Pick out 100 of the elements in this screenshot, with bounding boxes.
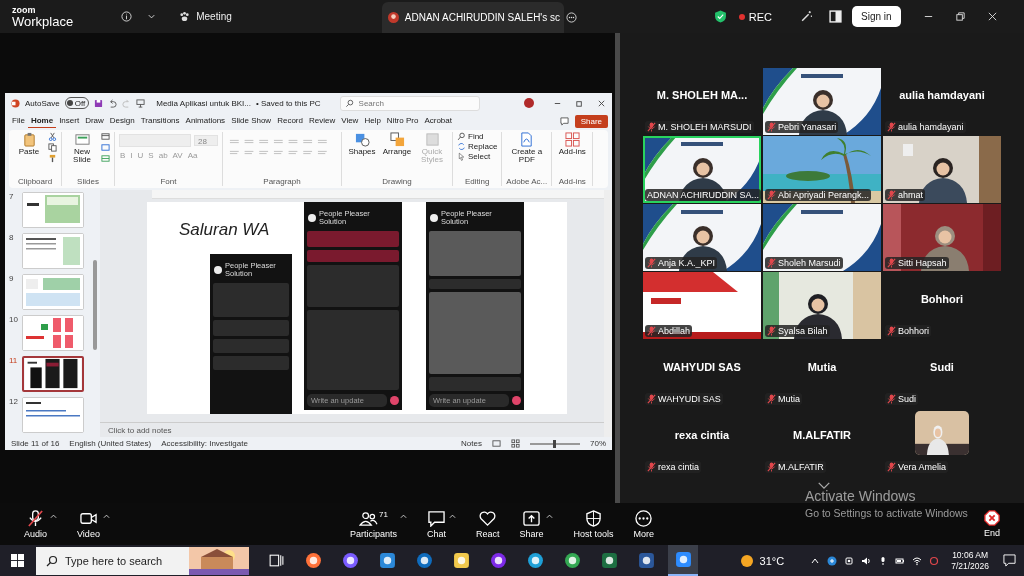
video-tile[interactable]: M.ALFATIR M.ALFATIR: [763, 408, 881, 475]
video-tile[interactable]: Bohhori Bohhori: [883, 272, 1001, 339]
video-tile[interactable]: M. SHOLEH MA... M. SHOLEH MARSUDI: [643, 68, 761, 135]
ribbon-tab[interactable]: Home: [27, 114, 57, 128]
participant-name: Bohhori: [920, 292, 964, 305]
ribbon-button[interactable]: Find: [457, 132, 498, 141]
save-status[interactable]: • Saved to this PC: [255, 98, 321, 108]
ribbon-tab[interactable]: File: [9, 114, 28, 128]
participant-name: M. SHOLEH MARSUDI: [658, 122, 752, 132]
ribbon-tab[interactable]: View: [338, 114, 362, 128]
ribbon-tab[interactable]: Draw: [82, 114, 107, 128]
group-label: Drawing: [382, 177, 412, 186]
brand-label: zoom: [12, 5, 37, 15]
participant-name: WAHYUDI SAS: [658, 394, 721, 404]
video-tile[interactable]: Sitti Hapsah: [883, 204, 1001, 271]
ribbon-button[interactable]: Arrange: [381, 132, 413, 157]
ribbon-button[interactable]: Select: [457, 152, 498, 161]
toolbar-button[interactable]: More: [633, 509, 655, 539]
accessibility-status[interactable]: Accessibility: Investigate: [161, 439, 248, 448]
video-tile[interactable]: Anja K.A._KPI: [643, 204, 761, 271]
toolbar-button[interactable]: Chat: [426, 509, 446, 539]
participant-name: aulia hamdayani: [899, 88, 985, 101]
meeting-button[interactable]: Meeting: [196, 11, 232, 22]
participant-name: ahmat: [898, 190, 923, 200]
language-status[interactable]: English (United States): [69, 439, 152, 448]
video-tile[interactable]: Sudi Sudi: [883, 340, 1001, 407]
participant-name: WAHYUDI SAS: [663, 360, 741, 373]
ribbon-tab[interactable]: Help: [361, 114, 384, 128]
weather-temperature[interactable]: 31°C: [759, 554, 785, 567]
group-label: Clipboard: [17, 177, 53, 186]
ribbon-tab[interactable]: Review: [305, 114, 339, 128]
video-tile[interactable]: aulia hamdayani aulia hamdayani: [883, 68, 1001, 135]
ribbon-button[interactable]: Shapes: [346, 132, 378, 157]
participant-name: rexa cintia: [674, 428, 730, 441]
toolbar-button[interactable]: Video: [77, 509, 100, 539]
ribbon-button[interactable]: New Slide: [66, 132, 98, 165]
participant-name: ADNAN ACHIRUDDIN SA...: [647, 190, 760, 200]
ribbon-tab[interactable]: Slide Show: [228, 114, 275, 128]
video-tile[interactable]: WAHYUDI SAS WAHYUDI SAS: [643, 340, 761, 407]
slide-number: 10: [9, 315, 19, 324]
participant-name: Mutia: [778, 394, 800, 404]
participant-name: M. SHOLEH MA...: [656, 88, 748, 101]
toolbar-button[interactable]: Audio: [24, 509, 48, 539]
search-field[interactable]: Search: [339, 95, 480, 111]
participant-name: Sudi: [898, 394, 916, 404]
document-title: Media Aplikasi untuk BKI...: [156, 98, 251, 108]
toolbar-button[interactable]: Share: [519, 509, 544, 539]
video-tile[interactable]: Syalsa Bilah: [763, 272, 881, 339]
toolbar-button[interactable]: 71 Participants: [349, 509, 397, 539]
slide-title: Saluran WA: [179, 220, 270, 240]
taskbar-search-field[interactable]: Type here to search: [36, 546, 189, 575]
autosave-label: AutoSave: [25, 98, 60, 108]
ribbon-tab[interactable]: Record: [274, 114, 306, 128]
video-tile[interactable]: Pebri Yanasari: [763, 68, 881, 135]
participant-name: M.ALFATIR: [793, 428, 851, 441]
ribbon-button[interactable]: Paste: [13, 132, 45, 157]
ribbon-button[interactable]: Add-ins: [556, 132, 589, 157]
group-label: Font: [160, 177, 177, 186]
video-tile[interactable]: ADNAN ACHIRUDDIN SA...: [643, 136, 761, 203]
group-label: Add-ins: [558, 177, 586, 186]
slide-number: 11: [9, 356, 19, 365]
recording-indicator[interactable]: REC: [738, 10, 772, 23]
video-tile[interactable]: Mutia Mutia: [763, 340, 881, 407]
ribbon-tab[interactable]: Nitro Pro: [383, 114, 422, 128]
video-tile[interactable]: Abi Apriyadi Perangk...: [763, 136, 881, 203]
video-tile[interactable]: Vera Amelia: [883, 408, 1001, 475]
video-tile[interactable]: Sholeh Marsudi: [763, 204, 881, 271]
video-tile[interactable]: rexa cintia rexa cintia: [643, 408, 761, 475]
ribbon-tab[interactable]: Design: [106, 114, 138, 128]
group-label: Adobe Ac...: [506, 177, 548, 186]
ribbon-tab[interactable]: Animations: [182, 114, 229, 128]
participant-name: Sitti Hapsah: [898, 258, 947, 268]
video-tile[interactable]: Abdillah: [643, 272, 761, 339]
notes-placeholder[interactable]: Click to add notes: [108, 425, 172, 435]
participant-name: Sudi: [930, 360, 954, 373]
clock-date[interactable]: 7/21/2026: [951, 560, 989, 572]
ribbon-tab[interactable]: Acrobat: [421, 114, 455, 128]
end-button[interactable]: End: [984, 510, 1000, 538]
toolbar-button[interactable]: React: [475, 509, 500, 539]
slide-number: 12: [9, 397, 19, 406]
clock-time[interactable]: 10:06 AM: [952, 549, 989, 561]
ribbon-button[interactable]: Create a PDF: [510, 132, 543, 165]
slide-number: 7: [9, 192, 15, 201]
activation-title: Activate Windows: [805, 488, 917, 504]
toolbar-button[interactable]: Host tools: [573, 509, 614, 539]
participant-name: rexa cintia: [658, 462, 700, 472]
notes-button[interactable]: Notes: [461, 439, 482, 448]
participant-name: M.ALFATIR: [778, 462, 824, 472]
participant-name: aulia hamdayani: [898, 122, 964, 132]
ribbon-button[interactable]: Replace: [457, 142, 498, 151]
participant-name: Syalsa Bilah: [778, 326, 828, 336]
video-tile[interactable]: ahmat: [883, 136, 1001, 203]
slide-number: 8: [9, 233, 15, 242]
participant-name: Abi Apriyadi Perangk...: [778, 190, 870, 200]
ribbon-tab[interactable]: Insert: [56, 114, 83, 128]
ribbon-tab[interactable]: Transitions: [137, 114, 183, 128]
share-button[interactable]: Share: [574, 114, 608, 128]
participant-name: Pebri Yanasari: [778, 122, 837, 132]
sign-in-button[interactable]: Sign in: [852, 6, 901, 27]
zoom-level[interactable]: 70%: [590, 439, 606, 448]
